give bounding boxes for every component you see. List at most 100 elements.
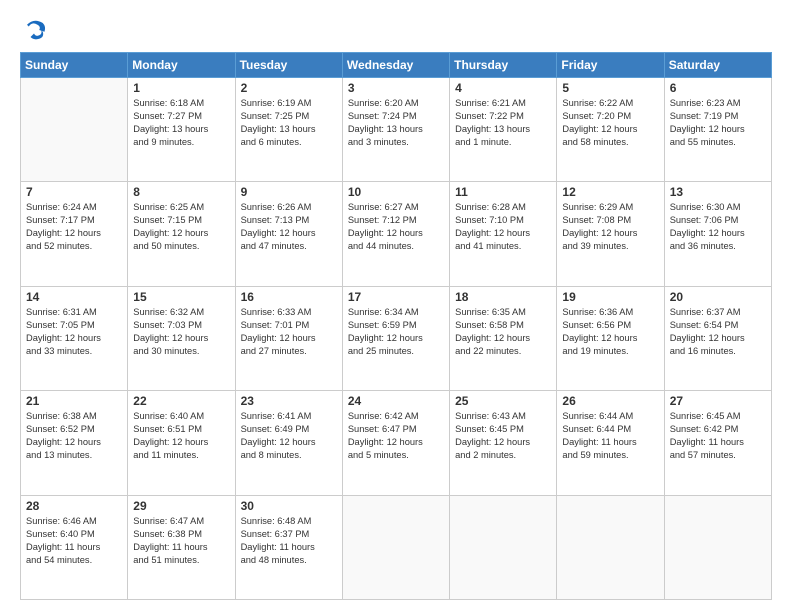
sunset-line: Sunset: 6:42 PM bbox=[670, 423, 766, 436]
day-number: 10 bbox=[348, 185, 444, 199]
weekday-header-friday: Friday bbox=[557, 53, 664, 78]
sunrise-line: Sunrise: 6:27 AM bbox=[348, 201, 444, 214]
sunset-line: Sunset: 7:03 PM bbox=[133, 319, 229, 332]
sunset-line: Sunset: 6:44 PM bbox=[562, 423, 658, 436]
sunrise-line: Sunrise: 6:30 AM bbox=[670, 201, 766, 214]
sunrise-line: Sunrise: 6:32 AM bbox=[133, 306, 229, 319]
daylight-line1: Daylight: 12 hours bbox=[455, 227, 551, 240]
calendar-cell: 27Sunrise: 6:45 AMSunset: 6:42 PMDayligh… bbox=[664, 391, 771, 495]
daylight-line1: Daylight: 12 hours bbox=[455, 436, 551, 449]
daylight-line2: and 54 minutes. bbox=[26, 554, 122, 567]
calendar-cell: 11Sunrise: 6:28 AMSunset: 7:10 PMDayligh… bbox=[450, 182, 557, 286]
sunset-line: Sunset: 6:56 PM bbox=[562, 319, 658, 332]
calendar-cell bbox=[342, 495, 449, 599]
daylight-line1: Daylight: 13 hours bbox=[241, 123, 337, 136]
sunset-line: Sunset: 7:06 PM bbox=[670, 214, 766, 227]
daylight-line2: and 30 minutes. bbox=[133, 345, 229, 358]
daylight-line1: Daylight: 12 hours bbox=[133, 436, 229, 449]
calendar-cell bbox=[450, 495, 557, 599]
sunrise-line: Sunrise: 6:19 AM bbox=[241, 97, 337, 110]
calendar: SundayMondayTuesdayWednesdayThursdayFrid… bbox=[20, 52, 772, 600]
sunrise-line: Sunrise: 6:37 AM bbox=[670, 306, 766, 319]
calendar-cell: 16Sunrise: 6:33 AMSunset: 7:01 PMDayligh… bbox=[235, 286, 342, 390]
day-number: 1 bbox=[133, 81, 229, 95]
daylight-line1: Daylight: 12 hours bbox=[26, 436, 122, 449]
sunrise-line: Sunrise: 6:25 AM bbox=[133, 201, 229, 214]
daylight-line2: and 8 minutes. bbox=[241, 449, 337, 462]
day-number: 17 bbox=[348, 290, 444, 304]
sunrise-line: Sunrise: 6:41 AM bbox=[241, 410, 337, 423]
sunrise-line: Sunrise: 6:45 AM bbox=[670, 410, 766, 423]
sunrise-line: Sunrise: 6:47 AM bbox=[133, 515, 229, 528]
calendar-cell: 25Sunrise: 6:43 AMSunset: 6:45 PMDayligh… bbox=[450, 391, 557, 495]
calendar-cell bbox=[557, 495, 664, 599]
calendar-cell: 20Sunrise: 6:37 AMSunset: 6:54 PMDayligh… bbox=[664, 286, 771, 390]
daylight-line2: and 3 minutes. bbox=[348, 136, 444, 149]
sunrise-line: Sunrise: 6:31 AM bbox=[26, 306, 122, 319]
sunset-line: Sunset: 7:19 PM bbox=[670, 110, 766, 123]
calendar-cell: 9Sunrise: 6:26 AMSunset: 7:13 PMDaylight… bbox=[235, 182, 342, 286]
daylight-line2: and 50 minutes. bbox=[133, 240, 229, 253]
daylight-line2: and 41 minutes. bbox=[455, 240, 551, 253]
calendar-cell: 13Sunrise: 6:30 AMSunset: 7:06 PMDayligh… bbox=[664, 182, 771, 286]
weekday-header-tuesday: Tuesday bbox=[235, 53, 342, 78]
daylight-line1: Daylight: 12 hours bbox=[26, 227, 122, 240]
calendar-cell: 29Sunrise: 6:47 AMSunset: 6:38 PMDayligh… bbox=[128, 495, 235, 599]
calendar-cell bbox=[21, 78, 128, 182]
calendar-cell: 18Sunrise: 6:35 AMSunset: 6:58 PMDayligh… bbox=[450, 286, 557, 390]
day-number: 23 bbox=[241, 394, 337, 408]
day-number: 25 bbox=[455, 394, 551, 408]
sunrise-line: Sunrise: 6:40 AM bbox=[133, 410, 229, 423]
day-number: 5 bbox=[562, 81, 658, 95]
sunset-line: Sunset: 7:13 PM bbox=[241, 214, 337, 227]
calendar-cell: 14Sunrise: 6:31 AMSunset: 7:05 PMDayligh… bbox=[21, 286, 128, 390]
daylight-line2: and 36 minutes. bbox=[670, 240, 766, 253]
day-number: 20 bbox=[670, 290, 766, 304]
sunset-line: Sunset: 6:58 PM bbox=[455, 319, 551, 332]
daylight-line1: Daylight: 12 hours bbox=[241, 436, 337, 449]
daylight-line1: Daylight: 12 hours bbox=[562, 332, 658, 345]
daylight-line2: and 19 minutes. bbox=[562, 345, 658, 358]
daylight-line2: and 48 minutes. bbox=[241, 554, 337, 567]
calendar-cell: 10Sunrise: 6:27 AMSunset: 7:12 PMDayligh… bbox=[342, 182, 449, 286]
day-number: 7 bbox=[26, 185, 122, 199]
calendar-cell: 5Sunrise: 6:22 AMSunset: 7:20 PMDaylight… bbox=[557, 78, 664, 182]
calendar-cell: 3Sunrise: 6:20 AMSunset: 7:24 PMDaylight… bbox=[342, 78, 449, 182]
day-number: 9 bbox=[241, 185, 337, 199]
day-number: 12 bbox=[562, 185, 658, 199]
day-number: 13 bbox=[670, 185, 766, 199]
sunset-line: Sunset: 7:22 PM bbox=[455, 110, 551, 123]
calendar-cell: 28Sunrise: 6:46 AMSunset: 6:40 PMDayligh… bbox=[21, 495, 128, 599]
daylight-line2: and 5 minutes. bbox=[348, 449, 444, 462]
sunrise-line: Sunrise: 6:22 AM bbox=[562, 97, 658, 110]
calendar-cell: 22Sunrise: 6:40 AMSunset: 6:51 PMDayligh… bbox=[128, 391, 235, 495]
logo-icon bbox=[20, 16, 48, 44]
daylight-line1: Daylight: 12 hours bbox=[133, 227, 229, 240]
daylight-line2: and 55 minutes. bbox=[670, 136, 766, 149]
calendar-cell: 7Sunrise: 6:24 AMSunset: 7:17 PMDaylight… bbox=[21, 182, 128, 286]
calendar-cell: 23Sunrise: 6:41 AMSunset: 6:49 PMDayligh… bbox=[235, 391, 342, 495]
day-number: 15 bbox=[133, 290, 229, 304]
daylight-line1: Daylight: 12 hours bbox=[455, 332, 551, 345]
sunset-line: Sunset: 7:24 PM bbox=[348, 110, 444, 123]
sunrise-line: Sunrise: 6:42 AM bbox=[348, 410, 444, 423]
daylight-line2: and 25 minutes. bbox=[348, 345, 444, 358]
sunrise-line: Sunrise: 6:29 AM bbox=[562, 201, 658, 214]
daylight-line1: Daylight: 12 hours bbox=[670, 123, 766, 136]
sunrise-line: Sunrise: 6:33 AM bbox=[241, 306, 337, 319]
daylight-line1: Daylight: 12 hours bbox=[562, 227, 658, 240]
sunrise-line: Sunrise: 6:46 AM bbox=[26, 515, 122, 528]
sunset-line: Sunset: 7:17 PM bbox=[26, 214, 122, 227]
sunrise-line: Sunrise: 6:48 AM bbox=[241, 515, 337, 528]
sunset-line: Sunset: 7:08 PM bbox=[562, 214, 658, 227]
day-number: 8 bbox=[133, 185, 229, 199]
daylight-line1: Daylight: 12 hours bbox=[241, 332, 337, 345]
daylight-line2: and 51 minutes. bbox=[133, 554, 229, 567]
sunset-line: Sunset: 6:40 PM bbox=[26, 528, 122, 541]
day-number: 29 bbox=[133, 499, 229, 513]
day-number: 22 bbox=[133, 394, 229, 408]
daylight-line2: and 1 minute. bbox=[455, 136, 551, 149]
sunrise-line: Sunrise: 6:36 AM bbox=[562, 306, 658, 319]
weekday-header-thursday: Thursday bbox=[450, 53, 557, 78]
calendar-cell: 30Sunrise: 6:48 AMSunset: 6:37 PMDayligh… bbox=[235, 495, 342, 599]
